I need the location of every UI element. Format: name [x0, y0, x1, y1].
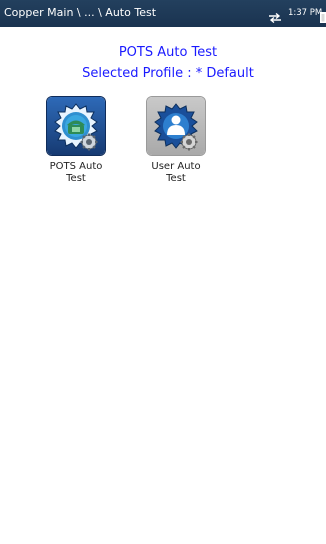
- clock: 1:37 PM: [288, 8, 323, 18]
- pots-auto-test-tile[interactable]: POTS Auto Test: [45, 97, 107, 185]
- phone-gear-badge-icon: [54, 103, 98, 151]
- pots-auto-test-label: POTS Auto Test: [45, 161, 107, 185]
- screen-bottom-edge: [0, 540, 326, 544]
- breadcrumb[interactable]: Copper Main \ ... \ Auto Test: [4, 6, 156, 20]
- app-window: Copper Main \ ... \ Auto Test 1:37 PM PO…: [0, 0, 326, 544]
- label-line-1: POTS Auto: [49, 161, 103, 172]
- transfer-icon: [268, 8, 282, 27]
- page-title: POTS Auto Test: [118, 45, 218, 60]
- pots-auto-test-button[interactable]: [47, 97, 105, 155]
- user-auto-test-button[interactable]: [147, 97, 205, 155]
- selected-profile[interactable]: Selected Profile : * Default: [10, 66, 326, 82]
- user-auto-test-tile[interactable]: User Auto Test: [145, 97, 207, 185]
- label-line-1: User Auto: [151, 161, 201, 172]
- label-line-2: Test: [166, 173, 186, 184]
- user-auto-test-label: User Auto Test: [145, 161, 207, 185]
- user-gear-badge-icon: [154, 103, 198, 151]
- label-line-2: Test: [66, 173, 86, 184]
- title-bar: Copper Main \ ... \ Auto Test 1:37 PM: [0, 0, 326, 27]
- battery-icon: [320, 8, 326, 27]
